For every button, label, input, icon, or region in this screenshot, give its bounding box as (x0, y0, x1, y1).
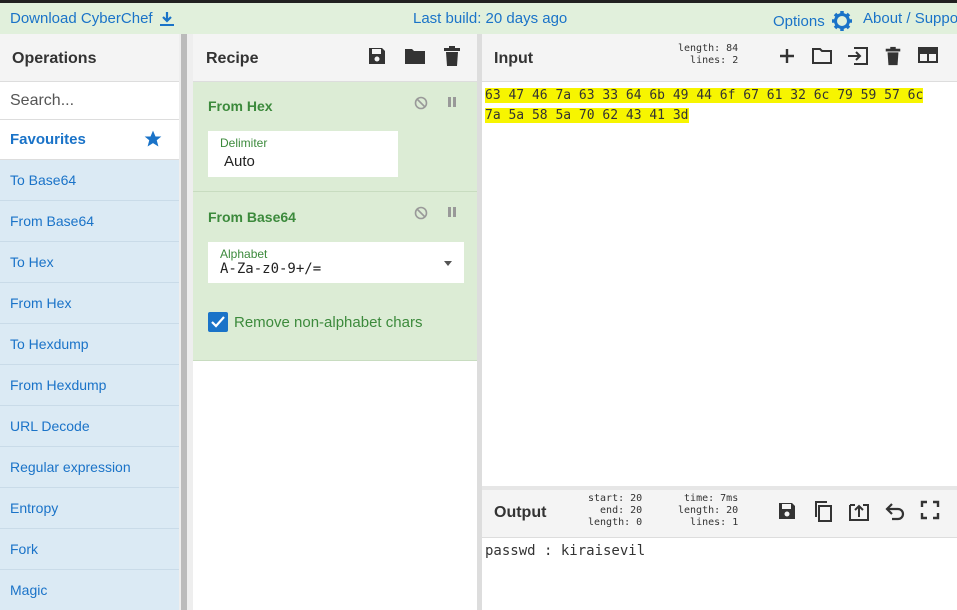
star-icon[interactable] (143, 129, 163, 149)
favourites-label[interactable]: Favourites (10, 131, 86, 148)
copy-icon[interactable] (812, 500, 834, 522)
output-end: end: 20 (600, 505, 643, 516)
output-header: Output start: 20 end: 20 length: 0 time:… (482, 490, 957, 538)
pause-icon[interactable] (446, 96, 458, 110)
alphabet-select[interactable]: Alphabet A-Za-z0-9+/= (208, 242, 464, 283)
output-length: length: 0 (588, 517, 643, 528)
delimiter-field[interactable]: Delimiter Auto (208, 131, 398, 177)
input-line: 7a 5a 58 5a 70 62 43 41 3d (485, 108, 689, 123)
output-stats-right: time: 7ms length: 20 lines: 1 (678, 493, 738, 529)
output-lines: lines: 1 (690, 517, 739, 528)
recipe-op-from-base64[interactable]: From Base64 Alphabet A-Za-z0-9+/= Remove… (193, 192, 477, 361)
output-length-2: length: 20 (678, 505, 739, 516)
save-icon[interactable] (366, 45, 388, 67)
operation-item[interactable]: From Base64 (0, 201, 179, 242)
scrollbar[interactable] (181, 34, 187, 610)
operation-item[interactable]: To Base64 (0, 160, 179, 201)
recipe-op-from-hex[interactable]: From Hex Delimiter Auto (193, 82, 477, 192)
folder-icon[interactable] (403, 45, 427, 67)
download-label[interactable]: Download CyberChef (10, 10, 153, 27)
operation-item[interactable]: To Hexdump (0, 324, 179, 365)
recipe-title: Recipe (206, 50, 259, 67)
checkbox-checked[interactable] (208, 312, 228, 332)
output-text[interactable]: passwd : kiraisevil (485, 543, 645, 559)
output-time: time: 7ms (684, 493, 739, 504)
output-title: Output (494, 504, 547, 521)
operation-item[interactable]: URL Decode (0, 406, 179, 447)
options-label[interactable]: Options (773, 13, 825, 30)
operation-item[interactable]: Entropy (0, 488, 179, 529)
field-value[interactable]: Auto (224, 153, 255, 170)
undo-icon[interactable] (884, 500, 906, 522)
input-title: Input (494, 50, 534, 67)
download-icon[interactable] (159, 11, 175, 27)
add-icon[interactable] (777, 46, 797, 66)
top-bar: Download CyberChef Last build: 20 days a… (0, 0, 957, 34)
input-panel: Input length: 84 lines: 2 63 47 46 7a 63… (482, 34, 957, 486)
open-folder-icon[interactable] (811, 46, 833, 66)
disable-icon[interactable] (414, 206, 428, 220)
op-name: From Base64 (208, 209, 296, 225)
output-start: start: 20 (588, 493, 643, 504)
input-header: Input length: 84 lines: 2 (482, 34, 957, 82)
save-output-icon[interactable] (776, 500, 798, 522)
field-label: Delimiter (220, 136, 268, 150)
input-line: 63 47 46 7a 63 33 64 6b 49 44 6f 67 61 3… (485, 88, 924, 103)
input-length: length: 84 (678, 43, 739, 54)
operation-item[interactable]: Magic (0, 570, 179, 610)
maximize-icon[interactable] (920, 500, 940, 522)
favourites-category[interactable]: Favourites (0, 120, 179, 160)
remove-non-alphabet-checkbox[interactable]: Remove non-alphabet chars (208, 312, 422, 332)
field-label: Alphabet (220, 247, 268, 261)
about-link[interactable]: About / Support (863, 10, 957, 27)
input-stats: length: 84 lines: 2 (678, 43, 738, 67)
operation-item[interactable]: Regular expression (0, 447, 179, 488)
operation-item[interactable]: From Hex (0, 283, 179, 324)
panel-divider-left[interactable] (179, 34, 193, 610)
options-link[interactable]: Options (773, 10, 853, 32)
download-link[interactable]: Download CyberChef (10, 10, 175, 27)
chevron-down-icon[interactable] (444, 261, 452, 266)
replace-input-icon[interactable] (848, 500, 870, 522)
operation-item[interactable]: From Hexdump (0, 365, 179, 406)
disable-icon[interactable] (414, 96, 428, 110)
output-stats-left: start: 20 end: 20 length: 0 (588, 493, 642, 529)
operations-panel: Operations Search... Favourites To Base6… (0, 34, 179, 610)
layout-icon[interactable] (917, 46, 939, 66)
operation-item[interactable]: Fork (0, 529, 179, 570)
input-text-area[interactable]: 63 47 46 7a 63 33 64 6b 49 44 6f 67 61 3… (485, 86, 924, 126)
open-file-icon[interactable] (847, 46, 869, 66)
checkbox-label: Remove non-alphabet chars (234, 313, 423, 331)
operation-item[interactable]: To Hex (0, 242, 179, 283)
output-panel: Output start: 20 end: 20 length: 0 time:… (482, 486, 957, 610)
operations-search-input[interactable]: Search... (0, 82, 179, 120)
input-lines: lines: 2 (690, 55, 739, 66)
trash-icon[interactable] (442, 45, 462, 67)
gear-icon[interactable] (831, 10, 853, 32)
operations-title: Operations (0, 34, 179, 82)
last-build-link[interactable]: Last build: 20 days ago (413, 10, 567, 27)
recipe-header: Recipe (193, 34, 477, 82)
recipe-panel: Recipe From Hex Delimiter Auto From Base… (193, 34, 477, 610)
clear-input-trash-icon[interactable] (883, 46, 903, 66)
op-name: From Hex (208, 98, 273, 114)
pause-icon[interactable] (446, 206, 458, 220)
field-value[interactable]: A-Za-z0-9+/= (220, 261, 321, 277)
